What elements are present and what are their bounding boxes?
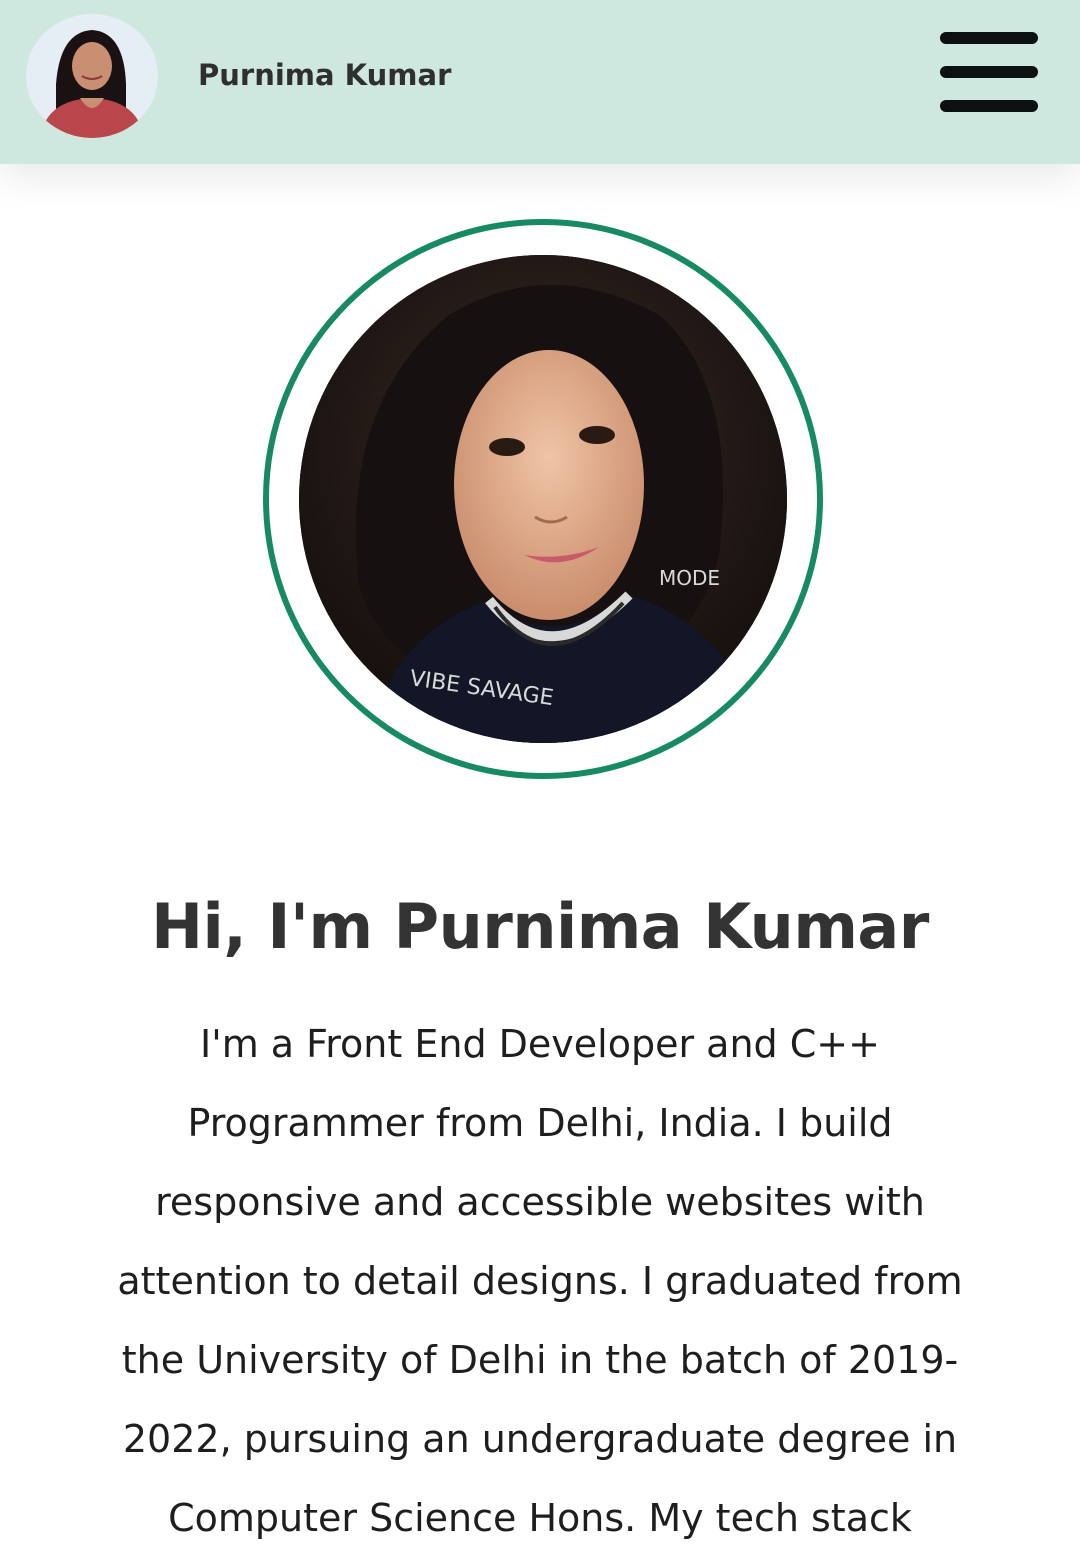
top-navbar: Purnima Kumar (0, 0, 1080, 164)
bio-line: responsive and accessible websites with (155, 1180, 925, 1224)
hamburger-menu-icon[interactable] (934, 28, 1044, 116)
avatar-photo (26, 14, 158, 138)
bio-line: attention to detail designs. I graduated… (117, 1259, 963, 1303)
bio-line: Programmer from Delhi, India. I build (187, 1101, 893, 1145)
shirt-print: MODE (659, 566, 720, 590)
bio-line: I'm a Front End Developer and C++ (200, 1022, 880, 1066)
menu-bar (940, 100, 1038, 112)
brand-name[interactable]: Purnima Kumar (198, 58, 451, 92)
bio-line: the University of Delhi in the batch of … (121, 1338, 959, 1382)
bio-paragraph: I'm a Front End Developer and C++ Progra… (80, 1005, 1000, 1558)
bio-line: Computer Science Hons. My tech stack (168, 1496, 912, 1540)
bio-line: 2022, pursuing an undergraduate degree i… (122, 1417, 958, 1461)
hero-photo-frame: VIBE SAVAGE MODE (263, 219, 823, 779)
menu-bar (940, 32, 1038, 44)
hero-title: Hi, I'm Purnima Kumar (151, 889, 929, 963)
hero-photo: VIBE SAVAGE MODE (299, 255, 787, 743)
avatar[interactable] (26, 14, 158, 138)
profile-photo: VIBE SAVAGE MODE (299, 255, 787, 743)
menu-bar (940, 66, 1038, 78)
